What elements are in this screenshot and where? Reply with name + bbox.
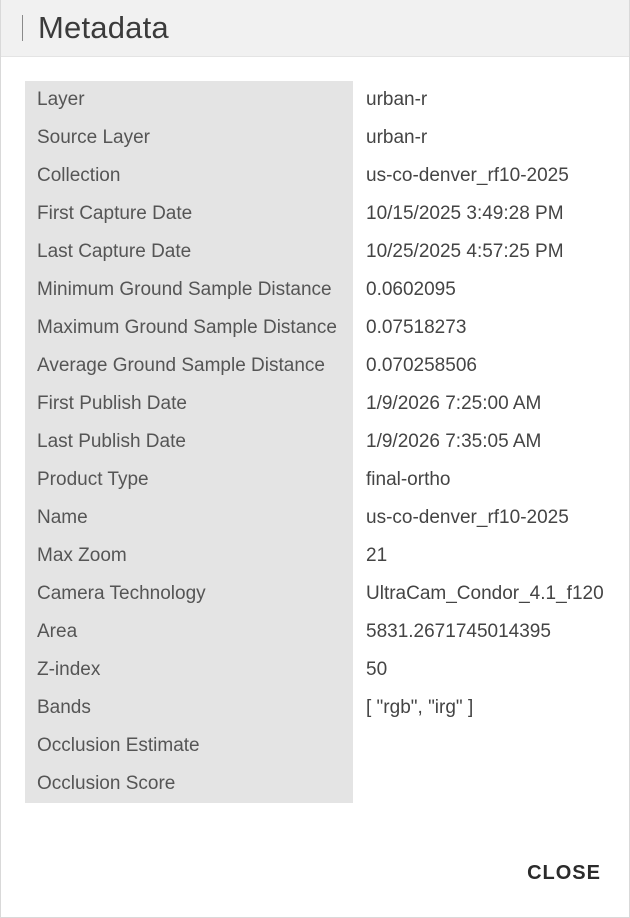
metadata-row: Area 5831.2671745014395 [25, 613, 604, 651]
metadata-key: Max Zoom [25, 537, 353, 575]
metadata-key: Maximum Ground Sample Distance [25, 309, 353, 347]
metadata-key: Bands [25, 689, 353, 727]
metadata-row: Average Ground Sample Distance 0.07025850… [25, 347, 604, 385]
metadata-value: UltraCam_Condor_4.1_f120 [366, 583, 604, 604]
metadata-value: 21 [366, 545, 388, 566]
metadata-value: us-co-denver_rf10-2025 [366, 165, 569, 186]
metadata-dialog: Metadata Layer urban-r Source Layer urban-r… [0, 0, 630, 918]
metadata-value: 10/15/2025 3:49:28 PM [366, 203, 564, 224]
metadata-key: Camera Technology [25, 575, 353, 613]
metadata-row: Minimum Ground Sample Distance 0.0602095 [25, 271, 604, 309]
metadata-key: Occlusion Score [25, 765, 353, 803]
metadata-key: Last Capture Date [25, 233, 353, 271]
metadata-value: 0.0602095 [366, 279, 456, 300]
metadata-key: Collection [25, 157, 353, 195]
metadata-row: First Capture Date 10/15/2025 3:49:28 PM [25, 195, 604, 233]
close-button[interactable]: CLOSE [527, 858, 601, 889]
metadata-value: [ "rgb", "irg" ] [366, 697, 474, 718]
metadata-row: Last Capture Date 10/25/2025 4:57:25 PM [25, 233, 604, 271]
metadata-row: Source Layer urban-r [25, 119, 604, 157]
metadata-row: Collection us-co-denver_rf10-2025 [25, 157, 604, 195]
metadata-key: Layer [25, 81, 353, 119]
dialog-title: Metadata [38, 10, 169, 45]
metadata-row: Last Publish Date 1/9/2026 7:35:05 AM [25, 423, 604, 461]
dialog-header: Metadata [1, 0, 629, 57]
metadata-row: Occlusion Estimate [25, 727, 604, 765]
metadata-key: First Publish Date [25, 385, 353, 423]
metadata-row: Name us-co-denver_rf10-2025 [25, 499, 604, 537]
metadata-key: Last Publish Date [25, 423, 353, 461]
metadata-row: Maximum Ground Sample Distance 0.07518273 [25, 309, 604, 347]
metadata-value: urban-r [366, 89, 428, 110]
metadata-value: 1/9/2026 7:25:00 AM [366, 393, 542, 414]
metadata-row: Layer urban-r [25, 81, 604, 119]
metadata-value [353, 765, 604, 803]
metadata-row: Max Zoom 21 [25, 537, 604, 575]
metadata-key: Name [25, 499, 353, 537]
metadata-key: Z-index [25, 651, 353, 689]
metadata-key: Average Ground Sample Distance [25, 347, 353, 385]
metadata-value: 0.07518273 [366, 317, 467, 338]
metadata-row: Product Type final-ortho [25, 461, 604, 499]
metadata-key: Minimum Ground Sample Distance [25, 271, 353, 309]
metadata-key: Occlusion Estimate [25, 727, 353, 765]
metadata-row: Bands [ "rgb", "irg" ] [25, 689, 604, 727]
metadata-table: Layer urban-r Source Layer urban-r Collectio… [25, 81, 604, 803]
metadata-value: urban-r [366, 127, 428, 148]
metadata-value: us-co-denver_rf10-2025 [366, 507, 569, 528]
metadata-row: Z-index 50 [25, 651, 604, 689]
metadata-value [353, 727, 604, 765]
metadata-row: Occlusion Score [25, 765, 604, 803]
metadata-value: 10/25/2025 4:57:25 PM [366, 241, 564, 262]
metadata-value: 1/9/2026 7:35:05 AM [366, 431, 542, 452]
header-divider [22, 15, 23, 41]
metadata-value: 50 [366, 659, 388, 680]
metadata-key: Product Type [25, 461, 353, 499]
metadata-value: 5831.2671745014395 [366, 621, 551, 642]
metadata-key: First Capture Date [25, 195, 353, 233]
metadata-value: 0.070258506 [366, 355, 477, 376]
metadata-row: Camera Technology UltraCam_Condor_4.1_f12… [25, 575, 604, 613]
metadata-value: final-ortho [366, 469, 451, 490]
metadata-row: First Publish Date 1/9/2026 7:25:00 AM [25, 385, 604, 423]
metadata-key: Area [25, 613, 353, 651]
metadata-key: Source Layer [25, 119, 353, 157]
